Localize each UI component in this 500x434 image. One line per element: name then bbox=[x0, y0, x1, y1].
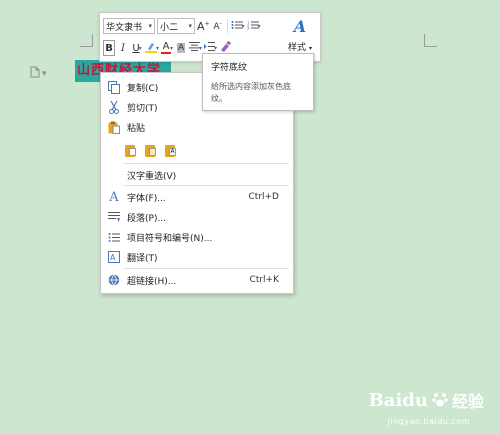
toolbar-row-1: 华文隶书 ▾ 小二 ▾ A+ A- ▾ 123 ▾ bbox=[103, 17, 261, 35]
paste-options: A bbox=[125, 143, 177, 157]
bullets-icon bbox=[107, 230, 121, 244]
font-size-value: 小二 bbox=[160, 22, 179, 33]
grow-font-button[interactable]: A+ bbox=[197, 18, 210, 34]
chevron-down-icon: ▾ bbox=[148, 22, 152, 30]
paw-icon bbox=[431, 390, 449, 411]
menu-item-bullets-numbering[interactable]: 项目符号和编号(N)... bbox=[101, 227, 293, 247]
menu-item-reselect-hanzi[interactable]: 汉字重选(V) bbox=[101, 165, 293, 185]
styles-button[interactable]: A 样式 ▾ bbox=[283, 17, 317, 53]
font-size-combo[interactable]: 小二 ▾ bbox=[157, 18, 195, 34]
paste-keep-format-icon[interactable] bbox=[125, 143, 137, 157]
menu-item-label: 粘贴 bbox=[127, 123, 146, 134]
menu-item-shortcut: Ctrl+K bbox=[249, 275, 279, 285]
bold-button[interactable]: B bbox=[103, 40, 115, 56]
highlight-button[interactable]: ▾ bbox=[145, 40, 159, 56]
menu-item-label: 翻译(T) bbox=[127, 253, 158, 264]
chevron-down-icon: ▾ bbox=[257, 22, 261, 30]
font-name-combo[interactable]: 华文隶书 ▾ bbox=[103, 18, 155, 34]
menu-item-label: 复制(C) bbox=[127, 83, 159, 94]
tooltip-title: 字符底纹 bbox=[211, 63, 248, 73]
chevron-down-icon: ▾ bbox=[308, 45, 312, 52]
menu-item-paragraph[interactable]: 段落(P)... bbox=[101, 207, 293, 227]
watermark-url: jingyan.baidu.com bbox=[387, 417, 470, 426]
watermark-brand: Baidu bbox=[368, 389, 428, 411]
font-name-value: 华文隶书 bbox=[106, 22, 143, 33]
underline-button[interactable]: U ▾ bbox=[131, 40, 143, 56]
chevron-down-icon: ▾ bbox=[170, 44, 174, 52]
italic-button[interactable]: I bbox=[117, 40, 129, 56]
menu-item-label: 段落(P)... bbox=[127, 213, 167, 224]
copy-icon bbox=[107, 80, 121, 94]
bullets-button[interactable]: ▾ bbox=[231, 18, 245, 34]
chevron-down-icon: ▾ bbox=[241, 22, 245, 30]
numbering-button[interactable]: 123 ▾ bbox=[247, 18, 261, 34]
tooltip-description: 给所选内容添加灰色底纹。 bbox=[211, 82, 291, 103]
paste-text-only-icon[interactable]: A bbox=[165, 143, 177, 157]
menu-item-translate[interactable]: A 翻译(T) bbox=[101, 247, 293, 267]
chevron-down-icon: ▾ bbox=[188, 22, 192, 30]
menu-item-label: 汉字重选(V) bbox=[127, 171, 177, 182]
cut-icon bbox=[107, 100, 121, 114]
menu-item-label: 超链接(H)... bbox=[127, 276, 177, 287]
svg-text:3: 3 bbox=[247, 26, 249, 30]
toolbar-divider bbox=[226, 19, 228, 33]
watermark: Baidu 经验 bbox=[369, 388, 484, 412]
grow-font-icon: A+ bbox=[197, 19, 210, 33]
menu-item-label: 项目符号和编号(N)... bbox=[127, 233, 213, 244]
translate-icon: A bbox=[107, 250, 121, 264]
menu-item-hyperlink[interactable]: 超链接(H)... Ctrl+K bbox=[101, 270, 293, 290]
paste-merge-format-icon[interactable] bbox=[145, 143, 157, 157]
chevron-down-icon: ▾ bbox=[214, 44, 218, 52]
menu-item-label: 字体(F)... bbox=[127, 193, 166, 204]
hyperlink-icon bbox=[107, 273, 121, 287]
menu-separator bbox=[123, 163, 289, 164]
paragraph-layout-handle[interactable]: ▾ bbox=[30, 66, 47, 81]
char-shading-icon: A bbox=[176, 43, 186, 53]
styles-icon: A bbox=[293, 17, 307, 36]
chevron-down-icon: ▾ bbox=[156, 44, 160, 52]
tooltip: 字符底纹 给所选内容添加灰色底纹。 bbox=[202, 53, 314, 111]
font-color-button[interactable]: A ▾ bbox=[161, 40, 173, 56]
menu-item-font[interactable]: A 字体(F)... Ctrl+D bbox=[101, 187, 293, 207]
shrink-font-icon: A- bbox=[213, 20, 222, 32]
chevron-down-icon: ▾ bbox=[138, 44, 142, 52]
menu-separator bbox=[123, 185, 289, 186]
char-shading-button[interactable]: A bbox=[175, 40, 187, 56]
align-button[interactable]: ▾ bbox=[189, 40, 202, 56]
font-icon: A bbox=[109, 189, 119, 205]
paste-icon bbox=[107, 120, 121, 134]
menu-separator bbox=[123, 268, 289, 269]
page-corner-mark-left bbox=[80, 34, 93, 47]
shrink-font-button[interactable]: A- bbox=[212, 18, 224, 34]
watermark-label: 经验 bbox=[451, 392, 484, 411]
menu-item-label: 剪切(T) bbox=[127, 103, 158, 114]
document-icon bbox=[30, 66, 40, 81]
styles-label: 样式 bbox=[288, 43, 307, 53]
paragraph-icon bbox=[107, 210, 121, 224]
chevron-down-icon: ▾ bbox=[42, 68, 47, 79]
page-corner-mark-right bbox=[424, 34, 437, 47]
menu-item-paste[interactable]: 粘贴 bbox=[101, 117, 293, 137]
menu-item-shortcut: Ctrl+D bbox=[248, 192, 280, 202]
svg-text:A: A bbox=[110, 253, 116, 262]
chevron-down-icon: ▾ bbox=[199, 44, 203, 52]
